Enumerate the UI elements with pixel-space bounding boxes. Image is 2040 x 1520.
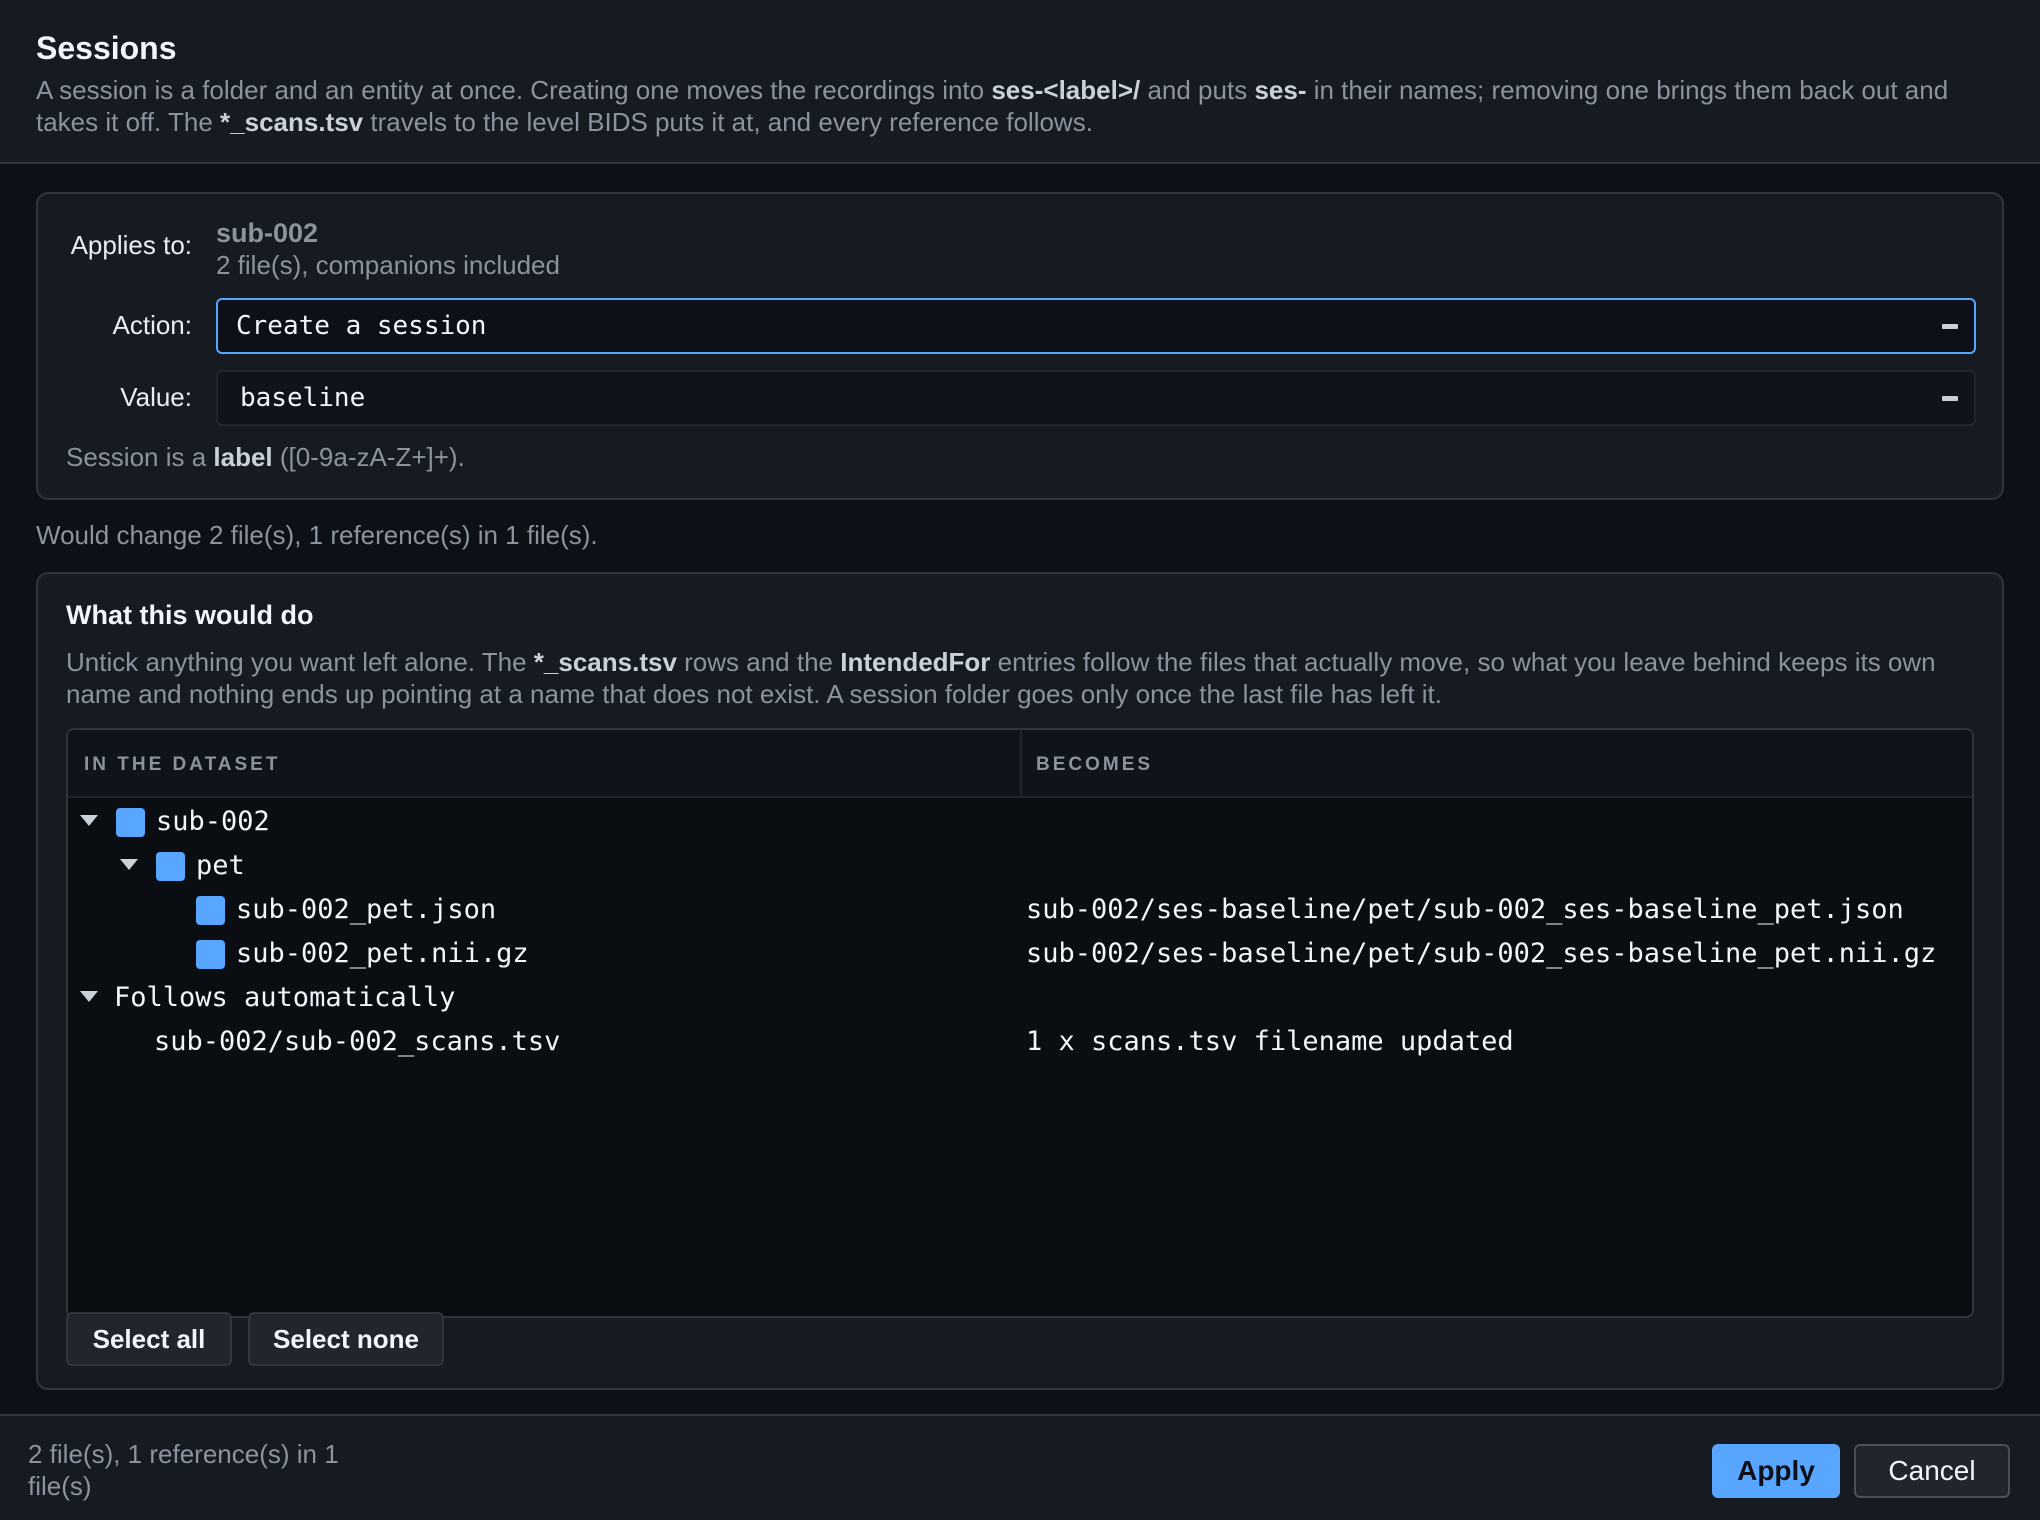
applies-target: sub-002 — [216, 218, 319, 248]
hint-emphasis: label — [213, 442, 273, 472]
checkbox-checked-icon[interactable] — [196, 940, 225, 969]
dialog-footer: 2 file(s), 1 reference(s) in 1 file(s) A… — [0, 1414, 2040, 1520]
desc-code-scans: *_scans.tsv — [220, 107, 364, 137]
change-summary: Would change 2 file(s), 1 reference(s) i… — [36, 520, 598, 550]
desc-text: travels to the level BIDS puts it at, an… — [363, 107, 1093, 137]
column-header-dataset: IN THE DATASET — [84, 754, 281, 775]
expand-arrow-icon[interactable] — [120, 859, 138, 870]
desc-code-ses-prefix: ses- — [1254, 75, 1307, 105]
tree-row-file[interactable]: sub-002_pet.json sub-002/ses-baseline/pe… — [68, 888, 1972, 932]
action-select[interactable]: Create a session — [216, 298, 1976, 354]
value-label: Value: — [120, 382, 192, 412]
tree-row-name: sub-002_pet.nii.gz — [236, 938, 529, 969]
pv-desc-text: rows and the — [676, 647, 841, 677]
tree-row-name: sub-002_pet.json — [236, 894, 497, 925]
desc-text: A session is a folder and an entity at o… — [36, 75, 992, 105]
tree-row-file[interactable]: sub-002_pet.nii.gz sub-002/ses-baseline/… — [68, 932, 1972, 976]
tree-row-sub-002[interactable]: sub-002 — [68, 800, 1972, 844]
select-all-button[interactable]: Select all — [66, 1312, 232, 1366]
applies-subtext: 2 file(s), companions included — [216, 250, 560, 280]
checkbox-checked-icon[interactable] — [156, 852, 185, 881]
hint-text: ([0-9a-zA-Z+]+). — [272, 442, 465, 472]
checkbox-checked-icon[interactable] — [116, 808, 145, 837]
expand-arrow-icon[interactable] — [80, 815, 98, 826]
dialog-header: Sessions A session is a folder and an en… — [0, 0, 2040, 164]
tree-row-follows-automatically[interactable]: Follows automatically — [68, 976, 1972, 1020]
tree-row-becomes: sub-002/ses-baseline/pet/sub-002_ses-bas… — [1026, 938, 1937, 969]
change-tree: IN THE DATASET BECOMES sub-002 pet sub-0… — [66, 728, 1974, 1318]
dialog-title: Sessions — [36, 30, 177, 66]
pv-desc-scans: *_scans.tsv — [533, 647, 677, 677]
desc-text: and puts — [1140, 75, 1255, 105]
tree-row-reference: sub-002/sub-002_scans.tsv 1 x scans.tsv … — [68, 1020, 1972, 1064]
select-handle-icon — [1942, 396, 1958, 401]
preview-title: What this would do — [66, 600, 314, 630]
session-form-panel: Applies to: sub-002 2 file(s), companion… — [36, 192, 2004, 500]
checkbox-checked-icon[interactable] — [196, 896, 225, 925]
column-divider[interactable] — [1020, 730, 1022, 798]
action-label: Action: — [112, 310, 193, 340]
tree-row-pet[interactable]: pet — [68, 844, 1972, 888]
tree-header: IN THE DATASET BECOMES — [68, 730, 1972, 798]
apply-button[interactable]: Apply — [1712, 1444, 1840, 1498]
value-select-value: baseline — [240, 383, 366, 413]
hint-text: Session is a — [66, 442, 214, 472]
tree-row-name: sub-002 — [156, 806, 270, 837]
cancel-button[interactable]: Cancel — [1854, 1444, 2010, 1498]
tree-row-name: sub-002/sub-002_scans.tsv — [154, 1026, 561, 1057]
pv-desc-text: Untick anything you want left alone. The — [66, 647, 534, 677]
preview-description: Untick anything you want left alone. The… — [66, 646, 1976, 710]
tree-row-becomes: sub-002/ses-baseline/pet/sub-002_ses-bas… — [1026, 894, 1904, 925]
dialog-description: A session is a folder and an entity at o… — [36, 74, 2016, 138]
tree-row-name: pet — [196, 850, 245, 881]
applies-label: Applies to: — [70, 230, 192, 260]
session-hint: Session is a label ([0-9a-zA-Z+]+). — [66, 442, 465, 473]
select-none-button[interactable]: Select none — [248, 1312, 444, 1366]
tree-row-name: Follows automatically — [114, 982, 456, 1013]
footer-summary: 2 file(s), 1 reference(s) in 1 file(s) — [28, 1439, 339, 1501]
pv-desc-intendedfor: IntendedFor — [840, 647, 991, 677]
action-select-value: Create a session — [236, 311, 487, 341]
value-select[interactable]: baseline — [216, 370, 1976, 426]
select-handle-icon — [1942, 324, 1958, 329]
tree-row-becomes: 1 x scans.tsv filename updated — [1026, 1026, 1514, 1057]
column-header-becomes: BECOMES — [1036, 754, 1154, 775]
desc-code-ses-folder: ses-<label>/ — [991, 75, 1141, 105]
expand-arrow-icon[interactable] — [80, 991, 98, 1002]
preview-panel: What this would do Untick anything you w… — [36, 572, 2004, 1390]
